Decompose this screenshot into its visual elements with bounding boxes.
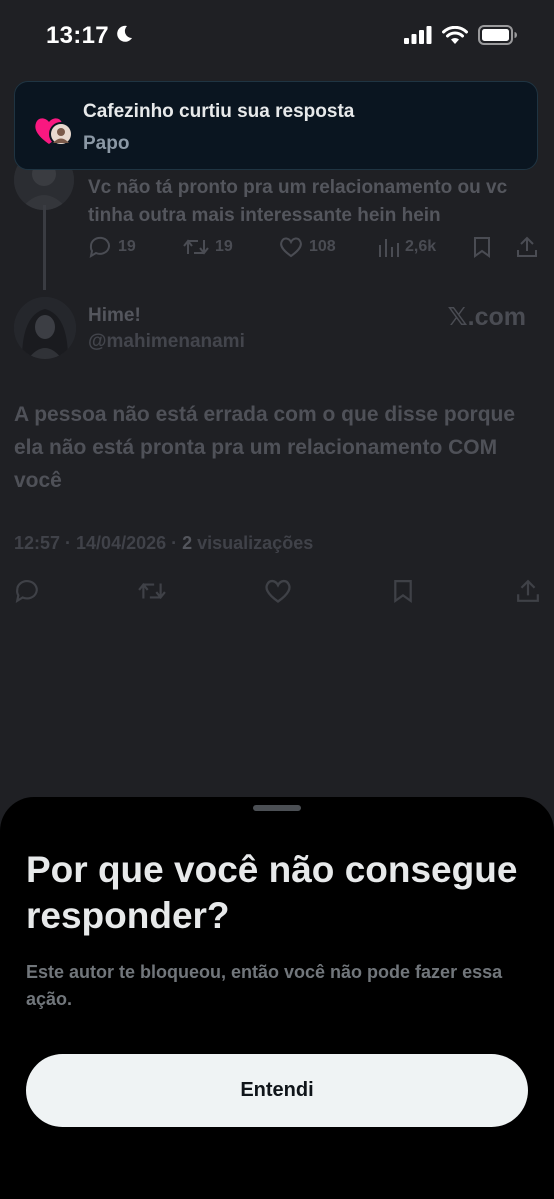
bookmark-action[interactable]	[472, 236, 492, 258]
heart-avatar-icon	[35, 118, 73, 146]
post-author-handle[interactable]: @mahimenanami	[88, 331, 245, 353]
x-watermark: 𝕏.com	[447, 303, 527, 331]
blocked-bottom-sheet: Por que você não consegue responder? Est…	[0, 797, 554, 1199]
bookmark-icon	[474, 237, 490, 258]
sheet-description: Este autor te bloqueou, então você não p…	[26, 962, 503, 1009]
post-meta: 12:57 · 14/04/2026 · 2 visualizações	[14, 533, 313, 554]
share-icon[interactable]	[516, 578, 540, 604]
previous-post-actions: 19 19 108 2,6k	[88, 236, 540, 262]
notification-title: Cafezinho curtiu sua resposta	[83, 101, 355, 122]
reply-icon	[89, 236, 110, 258]
reply-action[interactable]: 19	[88, 236, 136, 258]
post-actions	[14, 578, 542, 606]
reply-icon[interactable]	[14, 578, 40, 604]
share-action[interactable]	[516, 236, 538, 258]
understood-button[interactable]: Entendi	[26, 1054, 528, 1127]
repost-action[interactable]: 19	[183, 236, 233, 258]
post-views-label: visualizações	[192, 533, 314, 553]
like-action[interactable]: 108	[279, 236, 336, 258]
post-timestamp: 12:57 · 14/04/2026 ·	[14, 533, 183, 553]
reply-count: 19	[118, 238, 136, 255]
heart-icon[interactable]	[264, 578, 292, 604]
sheet-grabber[interactable]	[253, 805, 301, 811]
repost-icon	[183, 239, 209, 255]
sheet-title: Por que você não consegue responder?	[26, 849, 518, 936]
post-author-avatar[interactable]	[14, 297, 76, 359]
post-text: A pessoa não está errada com o que disse…	[14, 403, 516, 492]
repost-count: 19	[215, 238, 233, 255]
previous-post-text: Vc não tá pronto pra um relacionamento o…	[88, 177, 508, 226]
bookmark-icon[interactable]	[392, 578, 414, 604]
views-chart-icon	[379, 239, 399, 257]
heart-icon	[280, 237, 302, 258]
thread-line	[43, 205, 46, 290]
post-views-count: 2	[182, 533, 193, 553]
share-icon	[517, 236, 537, 257]
notification-subtitle: Papo	[83, 133, 130, 154]
views-count: 2,6k	[405, 238, 437, 255]
notification-toast[interactable]: Cafezinho curtiu sua resposta Papo	[14, 81, 538, 170]
repost-icon[interactable]	[138, 578, 166, 604]
views-action[interactable]: 2,6k	[377, 236, 436, 258]
like-count: 108	[309, 238, 336, 255]
post-author-name[interactable]: Hime!	[88, 305, 141, 327]
